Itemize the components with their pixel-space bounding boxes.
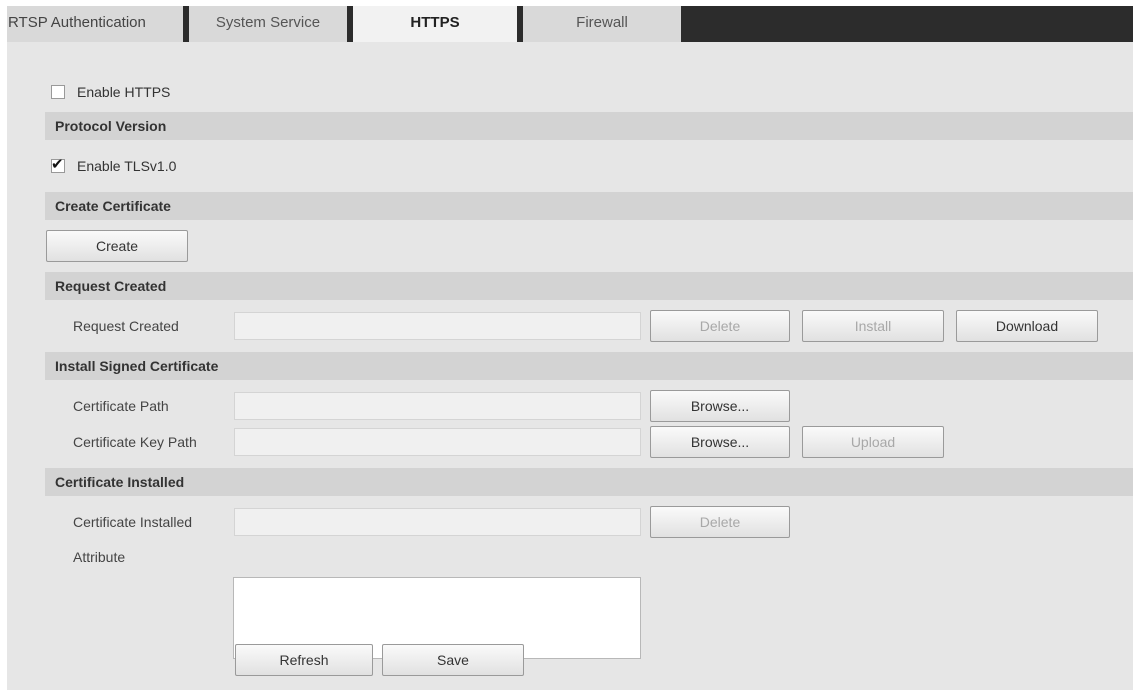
enable-tls-label: Enable TLSv1.0 bbox=[77, 158, 177, 174]
tab-rtsp-authentication[interactable]: RTSP Authentication bbox=[7, 6, 183, 42]
refresh-button[interactable]: Refresh bbox=[235, 644, 373, 676]
certificate-key-path-label: Certificate Key Path bbox=[73, 434, 197, 450]
tab-https[interactable]: HTTPS bbox=[353, 6, 517, 42]
enable-https-label: Enable HTTPS bbox=[77, 84, 171, 100]
tab-bar: RTSP Authentication System Service HTTPS… bbox=[7, 6, 1133, 42]
section-header-install-signed-certificate: Install Signed Certificate bbox=[45, 352, 1133, 380]
install-button[interactable]: Install bbox=[802, 310, 944, 342]
certificate-path-label: Certificate Path bbox=[73, 398, 169, 414]
https-settings-panel: RTSP Authentication System Service HTTPS… bbox=[7, 6, 1133, 690]
browse-key-button[interactable]: Browse... bbox=[650, 426, 790, 458]
tab-firewall[interactable]: Firewall bbox=[523, 6, 681, 42]
installed-delete-button[interactable]: Delete bbox=[650, 506, 790, 538]
enable-https-checkbox[interactable] bbox=[51, 85, 65, 100]
create-button[interactable]: Create bbox=[46, 230, 188, 262]
save-button[interactable]: Save bbox=[382, 644, 524, 676]
tab-system-service[interactable]: System Service bbox=[189, 6, 347, 42]
attribute-label: Attribute bbox=[73, 549, 126, 565]
request-created-label: Request Created bbox=[73, 318, 179, 334]
enable-https-row: Enable HTTPS bbox=[51, 82, 170, 102]
certificate-key-path-field[interactable] bbox=[234, 428, 641, 456]
request-created-field[interactable] bbox=[234, 312, 641, 340]
section-header-request-created: Request Created bbox=[45, 272, 1133, 300]
settings-content: Enable HTTPS Protocol Version ✔ Enable TL… bbox=[7, 42, 1133, 690]
enable-tls-row: ✔ Enable TLSv1.0 bbox=[51, 156, 176, 176]
checkmark-icon: ✔ bbox=[51, 156, 64, 174]
certificate-path-field[interactable] bbox=[234, 392, 641, 420]
section-header-protocol-version: Protocol Version bbox=[45, 112, 1133, 140]
download-button[interactable]: Download bbox=[956, 310, 1098, 342]
upload-button[interactable]: Upload bbox=[802, 426, 944, 458]
certificate-installed-label: Certificate Installed bbox=[73, 514, 193, 530]
certificate-installed-field[interactable] bbox=[234, 508, 641, 536]
section-header-create-certificate: Create Certificate bbox=[45, 192, 1133, 220]
section-header-certificate-installed: Certificate Installed bbox=[45, 468, 1133, 496]
browse-certificate-button[interactable]: Browse... bbox=[650, 390, 790, 422]
request-delete-button[interactable]: Delete bbox=[650, 310, 790, 342]
enable-tls-checkbox[interactable]: ✔ bbox=[51, 156, 65, 174]
